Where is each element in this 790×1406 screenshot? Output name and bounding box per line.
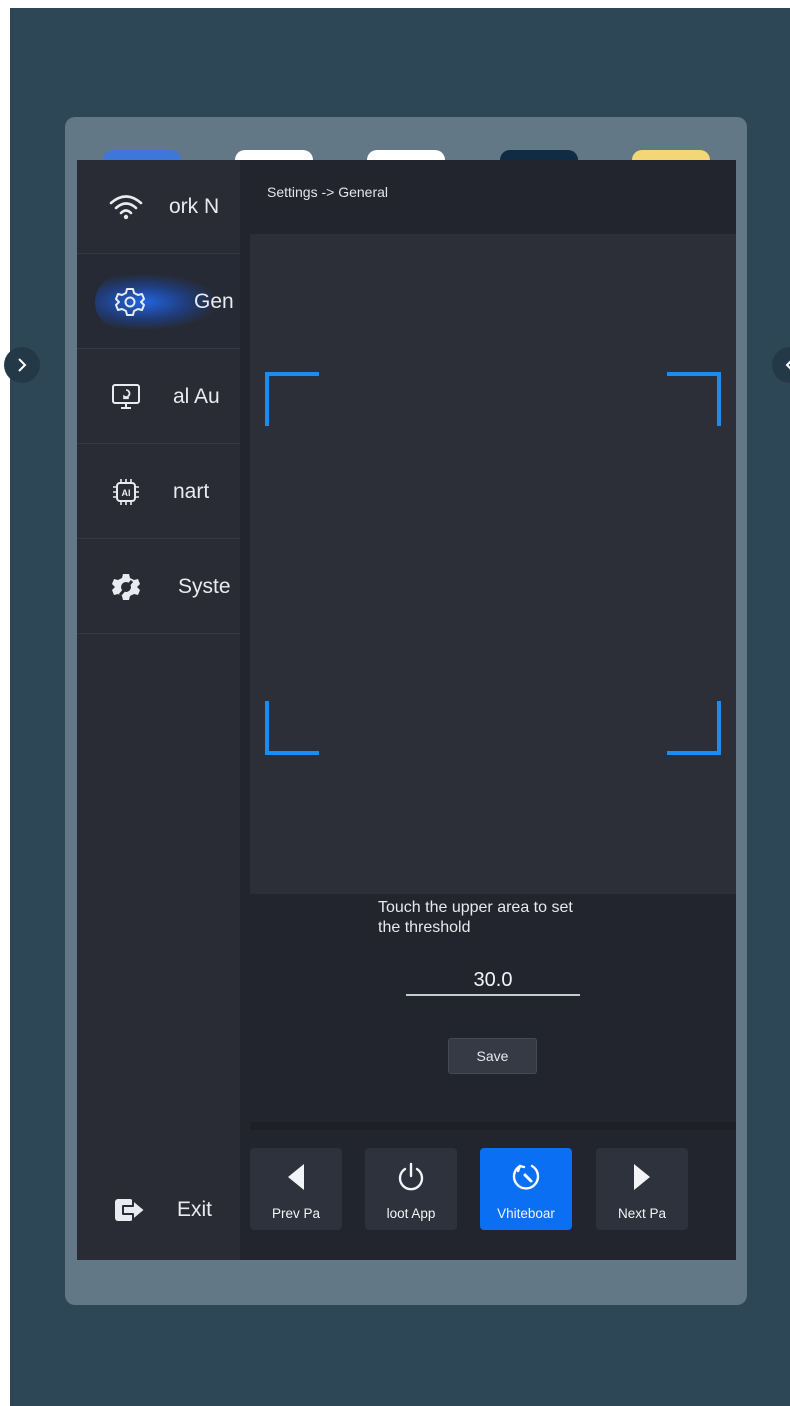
wifi-icon [109,190,143,224]
reboot-app-button[interactable]: loot App [365,1148,457,1230]
left-side-arrow[interactable] [4,347,40,383]
screen-edge [0,0,10,86]
exit-icon [113,1195,149,1231]
system-wrench-gear-icon [109,570,143,604]
whiteboard-icon [480,1160,572,1194]
chevron-left-icon [785,360,790,370]
sidebar-item-smart[interactable]: AI nart [77,445,240,539]
threshold-hint-line1: Touch the upper area to set [378,899,573,916]
chevron-right-icon [18,358,27,372]
sidebar: ork N Gen al Au AI nart Syste Exit [77,160,240,1260]
main-content: Settings -> General Touch the upper area… [240,160,736,1260]
triangle-left-icon [250,1160,342,1194]
dock-label: Prev Pa [271,1206,321,1221]
sidebar-item-label: Gen [194,289,234,313]
monitor-icon [109,380,143,414]
bottom-dock: Prev Pa loot App Vhiteboar Next Pa [250,1122,736,1260]
frame-corner-bottom-right [667,701,721,755]
svg-text:AI: AI [122,488,131,498]
threshold-hint-line2: the threshold [378,919,471,936]
dock-label: loot App [386,1206,436,1221]
sidebar-item-label: Syste [178,574,231,598]
threshold-hint: Touch the upper area to set the threshol… [378,898,618,938]
sidebar-item-system[interactable]: Syste [77,540,240,634]
exit-label: Exit [177,1198,213,1221]
frame-corner-bottom-left [265,701,319,755]
power-icon [365,1160,457,1194]
dock-label: Vhiteboar [497,1206,555,1221]
sidebar-item-label: nart [173,479,210,503]
sidebar-item-display[interactable]: al Au [77,350,240,444]
frame-corner-top-right [667,372,721,426]
sidebar-item-general[interactable]: Gen [77,255,240,349]
prev-page-button[interactable]: Prev Pa [250,1148,342,1230]
settings-gear-icon [113,285,147,319]
frame-corner-top-left [265,372,319,426]
breadcrumb: Settings -> General [267,184,389,200]
threshold-touch-area[interactable] [250,234,736,894]
sidebar-item-label: al Au [173,384,220,408]
ai-chip-icon: AI [109,475,143,509]
triangle-right-icon [596,1160,688,1194]
exit-button[interactable]: Exit [77,1170,240,1250]
next-page-button[interactable]: Next Pa [596,1148,688,1230]
whiteboard-button[interactable]: Vhiteboar [480,1148,572,1230]
settings-window: ork N Gen al Au AI nart Syste Exit Setti… [77,160,736,1260]
sidebar-item-network[interactable]: ork N [77,160,240,254]
sidebar-item-label: ork N [169,194,220,218]
dock-label: Next Pa [617,1206,667,1221]
threshold-input[interactable] [406,966,580,996]
save-button[interactable]: Save [448,1038,537,1074]
